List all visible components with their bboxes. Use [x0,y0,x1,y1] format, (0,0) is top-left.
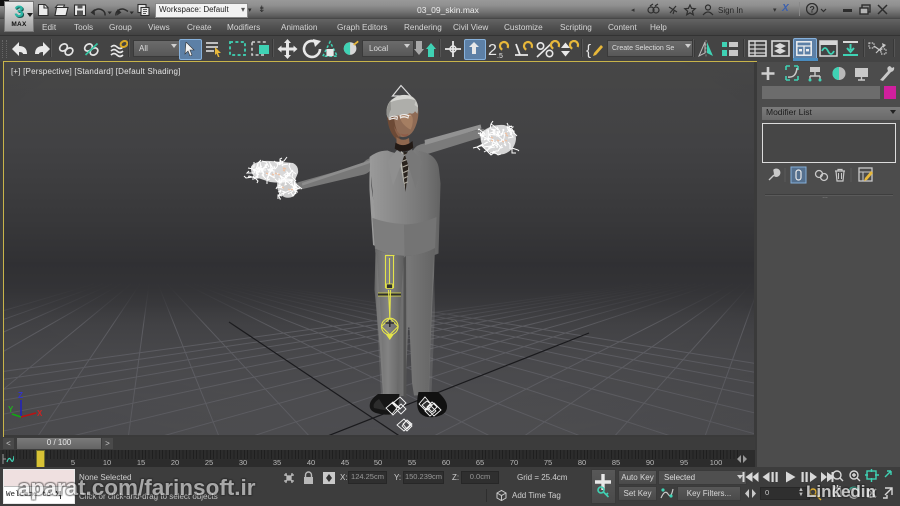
svg-text:.5: .5 [497,53,503,59]
svg-text:Y: Y [8,405,14,414]
svg-text:2: 2 [488,42,497,59]
svg-text:Z: Z [18,391,23,400]
svg-text:?: ? [809,4,815,14]
svg-text:X: X [37,409,43,418]
svg-text:Sign In: Sign In [718,6,743,15]
svg-text:{: { [586,42,591,58]
